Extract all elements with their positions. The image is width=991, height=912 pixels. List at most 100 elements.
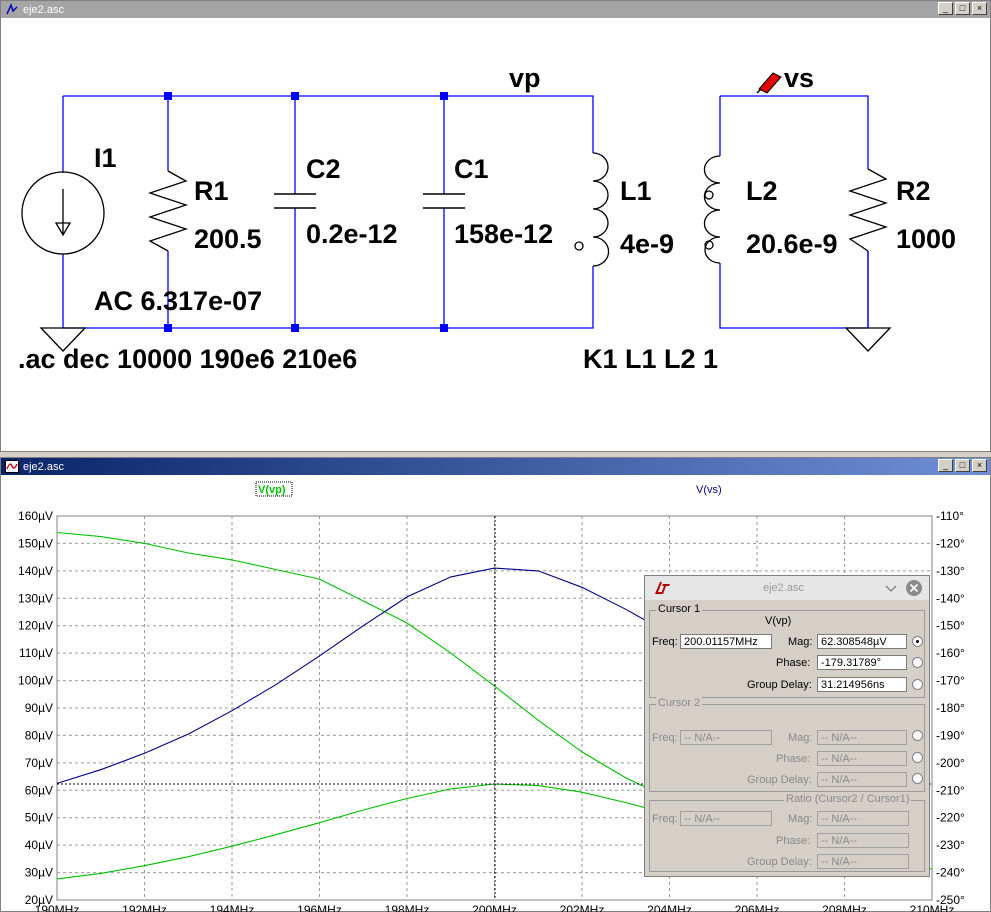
cursor1-phase-radio[interactable] <box>912 657 923 668</box>
cursor2-mag-label: Mag: <box>788 732 813 744</box>
y-left-tick-label: 50µV <box>25 811 53 825</box>
l2-value[interactable]: 20.6e-9 <box>746 229 838 260</box>
ratio-freq-field: -- N/A-- <box>680 811 772 826</box>
r1-name[interactable]: R1 <box>194 176 229 207</box>
cursor1-gd-radio[interactable] <box>912 679 923 690</box>
net-label-vs[interactable]: vs <box>784 63 814 94</box>
l1-name[interactable]: L1 <box>620 176 652 207</box>
close-button[interactable]: × <box>972 459 987 472</box>
chevron-down-icon[interactable] <box>885 584 897 594</box>
cursor1-trace-name: V(vp) <box>765 615 792 627</box>
cursor2-gd-radio[interactable] <box>912 773 923 784</box>
cursor1-mag-field[interactable]: 62.308548µV <box>817 634 907 649</box>
ratio-gd-label: Group Delay: <box>747 856 812 868</box>
y-right-tick-label: -160° <box>936 646 965 660</box>
y-left-tick-label: 110µV <box>19 646 53 660</box>
y-left-tick-label: 90µV <box>25 701 53 715</box>
resistor-r1[interactable] <box>147 170 189 252</box>
x-tick-label: 204MHz <box>647 903 692 912</box>
cursor2-gd-field: -- N/A-- <box>817 772 907 787</box>
capacitor-c1[interactable] <box>423 193 465 209</box>
y-left-tick-label: 160µV <box>18 509 53 523</box>
x-tick-label: 200MHz <box>472 903 517 912</box>
cursor2-mag-radio[interactable] <box>912 730 923 741</box>
close-button[interactable]: × <box>972 2 987 15</box>
y-left-tick-label: 60µV <box>25 783 53 797</box>
ratio-mag-field: -- N/A-- <box>817 811 909 826</box>
cursor2-phase-field: -- N/A-- <box>817 751 907 766</box>
x-tick-label: 192MHz <box>122 903 167 912</box>
cursor1-mag-label: Mag: <box>788 636 813 648</box>
y-right-tick-label: -130° <box>936 564 965 578</box>
waveform-app-icon <box>5 460 19 473</box>
dialog-titlebar[interactable]: eje2.asc <box>645 576 929 600</box>
cursor1-mag-radio[interactable] <box>912 636 923 647</box>
cursor2-freq-field: -- N/A-- <box>680 730 772 745</box>
y-left-tick-label: 30µV <box>25 866 53 880</box>
trace-label-vp[interactable]: V(vp) <box>258 484 286 496</box>
l2-name[interactable]: L2 <box>746 176 778 207</box>
y-left-tick-label: 80µV <box>25 728 53 742</box>
current-source-i1[interactable] <box>21 171 105 255</box>
cursor1-phase-field[interactable]: -179.31789° <box>817 655 907 670</box>
x-tick-label: 198MHz <box>385 903 430 912</box>
cursor2-phase-radio[interactable] <box>912 752 923 763</box>
r2-name[interactable]: R2 <box>896 176 931 207</box>
cursor1-group-title: Cursor 1 <box>656 603 703 615</box>
cursor1-freq-field[interactable]: 200.01157MHz <box>680 634 772 649</box>
schematic-title: eje2.asc <box>23 3 64 16</box>
c2-name[interactable]: C2 <box>306 154 341 185</box>
i1-value[interactable]: AC 6.317e-07 <box>94 286 262 317</box>
ratio-phase-field: -- N/A-- <box>817 833 909 848</box>
r2-value[interactable]: 1000 <box>896 224 956 255</box>
ratio-mag-label: Mag: <box>788 813 813 825</box>
schematic-titlebar[interactable]: eje2.asc _ □ × <box>1 1 990 18</box>
coupling-directive[interactable]: K1 L1 L2 1 <box>583 344 718 375</box>
cursor1-gd-field[interactable]: 31.214956ns <box>817 677 907 692</box>
schematic-app-icon <box>6 3 18 15</box>
c1-name[interactable]: C1 <box>454 154 489 185</box>
net-label-vp[interactable]: vp <box>509 63 541 94</box>
ratio-gd-field: -- N/A-- <box>817 854 909 869</box>
probe-icon <box>756 72 782 94</box>
maximize-button[interactable]: □ <box>955 459 970 472</box>
x-tick-label: 206MHz <box>735 903 780 912</box>
close-icon[interactable] <box>905 579 923 597</box>
cursor2-phase-label: Phase: <box>776 753 811 765</box>
l1-value[interactable]: 4e-9 <box>620 229 674 260</box>
y-right-tick-label: -240° <box>936 866 965 880</box>
maximize-button[interactable]: □ <box>955 2 970 15</box>
plot-titlebar[interactable]: eje2.asc _ □ × <box>1 458 990 475</box>
inductor-l1[interactable] <box>574 152 610 267</box>
y-right-tick-label: -250° <box>936 893 965 907</box>
cursor2-freq-label: Freq: <box>652 732 678 744</box>
y-right-tick-label: -120° <box>936 536 965 550</box>
cursor1-gd-label: Group Delay: <box>747 679 812 691</box>
cursor2-mag-field: -- N/A-- <box>817 730 907 745</box>
y-left-tick-label: 120µV <box>18 619 53 633</box>
cursor2-group: Cursor 2 Freq: -- N/A-- Mag: -- N/A-- Ph… <box>649 697 925 792</box>
r1-value[interactable]: 200.5 <box>194 224 262 255</box>
y-right-tick-label: -200° <box>936 756 965 770</box>
ratio-freq-label: Freq: <box>652 813 678 825</box>
c2-value[interactable]: 0.2e-12 <box>306 219 398 250</box>
ac-directive[interactable]: .ac dec 10000 190e6 210e6 <box>18 344 357 375</box>
i1-name[interactable]: I1 <box>94 143 117 174</box>
minimize-button[interactable]: _ <box>938 459 953 472</box>
ltspice-logo-icon <box>655 582 670 594</box>
c1-value[interactable]: 158e-12 <box>454 219 553 250</box>
y-left-tick-label: 20µV <box>25 893 53 907</box>
y-right-tick-label: -210° <box>936 783 965 797</box>
y-left-tick-label: 150µV <box>18 536 53 550</box>
ratio-phase-label: Phase: <box>776 835 811 847</box>
ratio-group: Ratio (Cursor2 / Cursor1) Freq: -- N/A--… <box>649 793 925 872</box>
trace-label-vs[interactable]: V(vs) <box>696 484 722 496</box>
plot-title: eje2.asc <box>23 460 64 473</box>
capacitor-c2[interactable] <box>274 193 316 209</box>
inductor-l2[interactable] <box>703 155 721 264</box>
y-left-tick-label: 70µV <box>25 756 53 770</box>
minimize-button[interactable]: _ <box>938 2 953 15</box>
cursor-dialog: eje2.asc Cursor 1 V(vp) Freq: 200.01157M… <box>644 575 930 877</box>
x-tick-label: 194MHz <box>210 903 255 912</box>
resistor-r2[interactable] <box>847 168 889 252</box>
